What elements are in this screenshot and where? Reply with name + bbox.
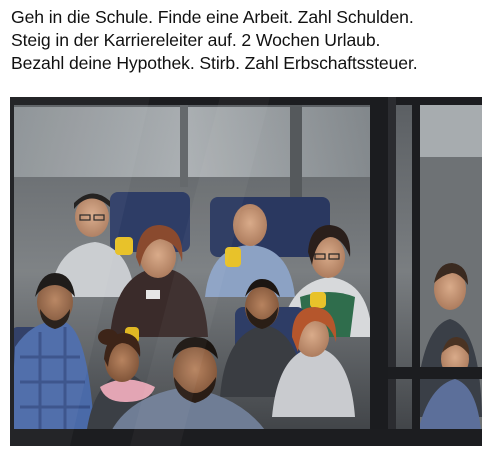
caption-line-3: Bezahl deine Hypothek. Stirb. Zahl Erbsc…	[11, 53, 418, 73]
meme-caption: Geh in die Schule. Finde eine Arbeit. Za…	[11, 6, 493, 75]
photo-illustration	[10, 97, 482, 446]
caption-line-2: Steig in der Karriereleiter auf. 2 Woche…	[11, 30, 381, 50]
caption-line-1: Geh in die Schule. Finde eine Arbeit. Za…	[11, 7, 414, 27]
commuter-train-photo	[10, 97, 482, 446]
